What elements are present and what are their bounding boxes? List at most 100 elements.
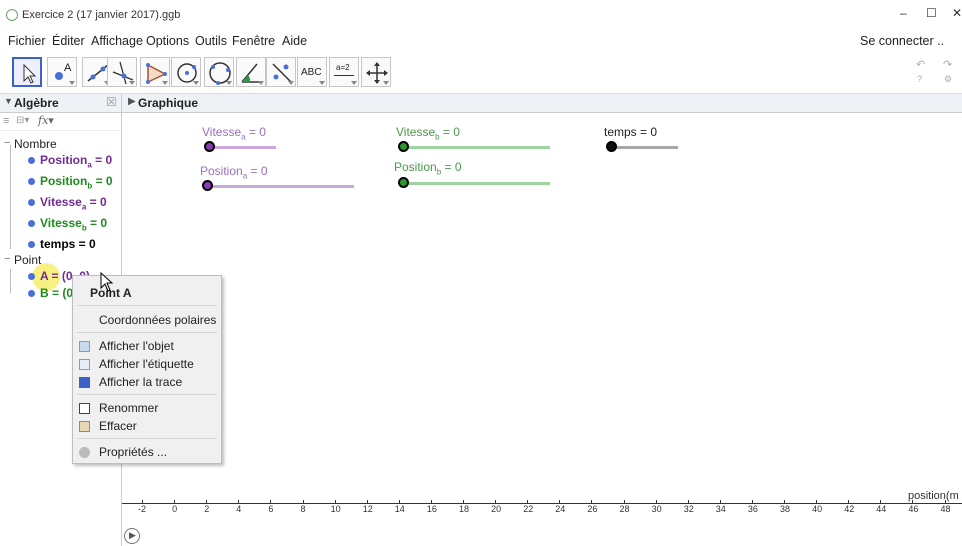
menu-item-show-trace[interactable]: Afficher la trace	[99, 375, 182, 389]
slider-position-a-label: Positiona = 0	[200, 164, 268, 180]
text-tool-button[interactable]: ABC	[297, 57, 327, 87]
x-tick-mark	[816, 500, 818, 503]
perpendicular-tool-button[interactable]	[107, 57, 137, 87]
sort-icon[interactable]: ≡	[3, 115, 9, 127]
slider-position-a-knob[interactable]	[202, 180, 213, 191]
slider-temps-knob[interactable]	[606, 141, 617, 152]
menu-aide[interactable]: Aide	[282, 34, 307, 48]
move-tool-button[interactable]	[12, 57, 42, 87]
visibility-dot[interactable]	[28, 241, 35, 248]
menu-fichier[interactable]: Fichier	[8, 34, 46, 48]
minimize-button[interactable]: –	[900, 6, 907, 20]
reflect-tool-button[interactable]	[266, 57, 296, 87]
x-tick-mark	[366, 500, 368, 503]
menu-outils[interactable]: Outils	[195, 34, 227, 48]
expand-arrow-icon[interactable]: ▶	[128, 96, 136, 107]
redo-button[interactable]: ↷	[943, 58, 952, 71]
x-tick-mark	[270, 500, 272, 503]
svg-text:A: A	[64, 62, 72, 74]
slider-tool-button[interactable]: a=2	[329, 57, 359, 87]
menu-editer[interactable]: Éditer	[52, 34, 85, 48]
slider-tool-icon: a=2	[336, 63, 350, 72]
slider-vitesse-b-track[interactable]	[402, 146, 550, 149]
name: Vitesse	[40, 195, 82, 209]
show-trace-icon	[79, 377, 90, 388]
signin-link[interactable]: Se connecter ..	[860, 34, 944, 48]
x-tick-mark	[559, 500, 561, 503]
point-tool-button[interactable]: A	[47, 57, 77, 87]
show-object-icon	[79, 341, 90, 352]
slider-position-b-track[interactable]	[402, 182, 550, 185]
x-tick-label: 16	[426, 504, 437, 514]
visibility-dot[interactable]	[28, 290, 35, 297]
fx-icon[interactable]: fx▾	[38, 114, 54, 127]
angle-tool-button[interactable]	[236, 57, 266, 87]
slider-position-a-track[interactable]	[208, 185, 354, 188]
visibility-dot[interactable]	[28, 273, 35, 280]
algebra-header: ▼ Algèbre ☒	[0, 94, 122, 113]
menu-affichage[interactable]: Affichage	[91, 34, 143, 48]
menu-item-delete[interactable]: Effacer	[99, 419, 137, 433]
help-icon[interactable]: ?	[917, 74, 922, 84]
x-tick-mark	[174, 500, 176, 503]
collapse-nombre-icon[interactable]: −	[4, 137, 10, 149]
menu-item-rename[interactable]: Renommer	[99, 401, 158, 415]
x-tick-mark	[495, 500, 497, 503]
x-tick-label: 18	[459, 504, 470, 514]
play-button[interactable]: ▶	[124, 528, 140, 544]
x-tick-mark	[912, 500, 914, 503]
name: Position	[200, 164, 243, 178]
menu-options[interactable]: Options	[146, 34, 189, 48]
graphics-header: ▶ Graphique	[122, 94, 962, 113]
collapse-arrow-icon[interactable]: ▼	[4, 96, 13, 106]
circle-three-points-button[interactable]	[204, 57, 234, 87]
maximize-button[interactable]: ☐	[926, 6, 937, 20]
category-nombre: Nombre	[14, 137, 57, 151]
circle-tool-button[interactable]	[171, 57, 201, 87]
position-a-label: Positiona = 0	[40, 153, 112, 169]
slider-vitesse-a-track[interactable]	[208, 146, 276, 149]
undo-button[interactable]: ↶	[916, 58, 925, 71]
menu-item-show-object[interactable]: Afficher l'objet	[99, 339, 174, 353]
x-tick-label: -2	[138, 504, 147, 514]
separator	[77, 394, 217, 395]
delete-icon	[79, 421, 90, 432]
x-tick-label: 36	[747, 504, 758, 514]
tree-line	[10, 145, 11, 249]
visibility-dot[interactable]	[28, 178, 35, 185]
polygon-tool-button[interactable]	[140, 57, 170, 87]
name: Position	[40, 174, 88, 188]
tree-line	[10, 269, 11, 293]
visibility-dot[interactable]	[28, 157, 35, 164]
slider-vitesse-b-knob[interactable]	[398, 141, 409, 152]
rename-icon	[79, 403, 90, 414]
x-tick-mark	[527, 500, 529, 503]
slider-temps-track[interactable]	[612, 146, 678, 149]
slider-position-b-knob[interactable]	[398, 177, 409, 188]
order-icon[interactable]: ⊟▾	[16, 115, 29, 126]
move-graphics-button[interactable]	[361, 57, 391, 87]
graphics-view[interactable]: Vitessea = 0 Vitesseb = 0 temps = 0 Posi…	[122, 113, 962, 546]
x-tick-label: 32	[683, 504, 694, 514]
menu-fenetre[interactable]: Fenêtre	[232, 34, 275, 48]
visibility-dot[interactable]	[28, 220, 35, 227]
x-tick-mark	[206, 500, 208, 503]
close-button[interactable]: ✕	[952, 6, 962, 20]
collapse-point-icon[interactable]: −	[4, 253, 10, 265]
vitesse-b-label: Vitesseb = 0	[40, 216, 107, 232]
menu-item-polar[interactable]: Coordonnées polaires	[99, 313, 216, 327]
menu-item-properties[interactable]: Propriétés ...	[99, 445, 167, 459]
x-tick-mark	[398, 500, 400, 503]
visibility-dot[interactable]	[28, 199, 35, 206]
x-tick-mark	[302, 500, 304, 503]
value: = 0	[247, 164, 268, 178]
mouse-cursor-icon	[100, 272, 114, 292]
value: = 0	[439, 125, 460, 139]
menu-item-show-label[interactable]: Afficher l'étiquette	[99, 357, 194, 371]
properties-gear-icon	[79, 447, 90, 458]
slider-vitesse-a-knob[interactable]	[204, 141, 215, 152]
x-tick-label: 6	[268, 504, 274, 514]
value: = 0	[441, 160, 462, 174]
settings-icon[interactable]: ⚙	[944, 74, 952, 85]
close-view-icon[interactable]: ☒	[106, 95, 117, 109]
